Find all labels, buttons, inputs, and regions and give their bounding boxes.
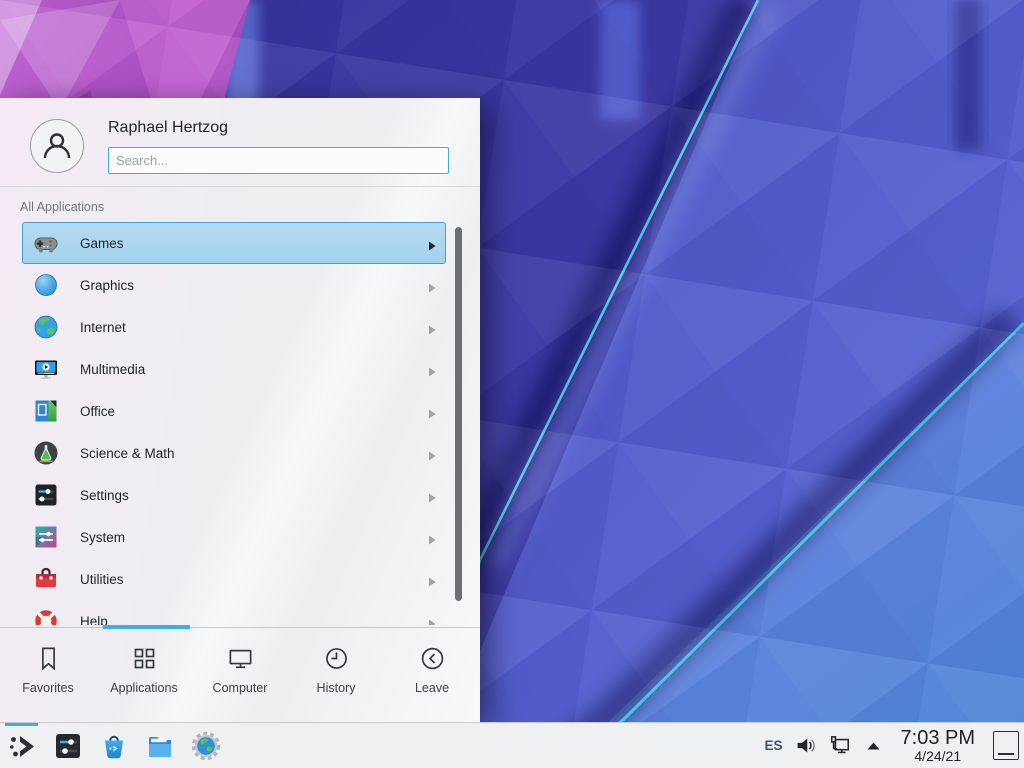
submenu-arrow-icon <box>428 406 436 416</box>
active-indicator <box>5 723 38 726</box>
submenu-arrow-icon <box>428 490 436 500</box>
discover-button[interactable] <box>97 723 130 768</box>
internet-icon <box>33 314 59 340</box>
file-manager-button[interactable] <box>143 723 176 768</box>
menu-item-games[interactable]: Games <box>22 222 446 264</box>
system-settings-button[interactable] <box>51 723 84 768</box>
tab-label: Computer <box>213 681 268 695</box>
bookmark-icon <box>35 645 62 672</box>
taskbar-app-icons <box>5 723 222 768</box>
tab-label: Applications <box>110 681 177 695</box>
multimedia-icon <box>33 356 59 382</box>
applications-list: Games Graphics <box>22 222 446 625</box>
tab-label: History <box>317 681 356 695</box>
menu-item-label: System <box>80 530 125 545</box>
show-desktop-button[interactable] <box>993 731 1019 760</box>
user-name: Raphael Hertzog <box>108 119 228 137</box>
volume-icon[interactable] <box>795 735 817 757</box>
menu-item-label: Settings <box>80 488 129 503</box>
header-separator <box>0 186 480 187</box>
network-icon[interactable] <box>829 735 851 757</box>
section-label: All Applications <box>20 200 104 214</box>
tab-favorites[interactable]: Favorites <box>0 632 96 722</box>
games-icon <box>33 230 59 256</box>
tab-history[interactable]: History <box>288 632 384 722</box>
keyboard-layout-indicator[interactable]: ES <box>765 738 783 753</box>
tab-applications[interactable]: Applications <box>96 632 192 722</box>
submenu-arrow-icon <box>428 448 436 458</box>
leave-icon <box>419 645 446 672</box>
office-icon <box>33 398 59 424</box>
settings-icon <box>33 482 59 508</box>
clock-date: 4/24/21 <box>914 749 961 764</box>
menu-item-label: Multimedia <box>80 362 145 377</box>
list-scrollbar[interactable] <box>455 227 462 601</box>
menu-item-label: Science & Math <box>80 446 175 461</box>
submenu-arrow-icon <box>428 574 436 584</box>
app-grid-icon <box>131 645 158 672</box>
submenu-arrow-icon <box>428 322 436 332</box>
menu-item-help[interactable]: Help <box>22 600 446 625</box>
menu-item-label: Internet <box>80 320 126 335</box>
menu-item-label: Help <box>80 614 108 626</box>
menu-item-science-math[interactable]: Science & Math <box>22 432 446 474</box>
menu-item-utilities[interactable]: Utilities <box>22 558 446 600</box>
tab-label: Leave <box>415 681 449 695</box>
web-browser-icon <box>191 731 221 761</box>
file-manager-icon <box>145 731 175 761</box>
app-launcher-button[interactable] <box>5 723 38 768</box>
kde-launcher-icon <box>7 731 37 761</box>
computer-icon <box>227 645 254 672</box>
menu-item-system[interactable]: System <box>22 516 446 558</box>
web-browser-button[interactable] <box>189 723 222 768</box>
help-icon <box>33 608 59 625</box>
menu-item-label: Utilities <box>80 572 124 587</box>
system-tray: ES <box>765 723 1020 768</box>
science-icon <box>33 440 59 466</box>
submenu-arrow-icon <box>428 238 436 248</box>
expand-tray-caret-icon[interactable] <box>863 735 885 757</box>
submenu-arrow-icon <box>428 280 436 290</box>
system-settings-icon <box>53 731 83 761</box>
menu-item-settings[interactable]: Settings <box>22 474 446 516</box>
submenu-arrow-icon <box>428 532 436 542</box>
tab-computer[interactable]: Computer <box>192 632 288 722</box>
launcher-tabbar: Favorites Applications <box>0 632 480 722</box>
menu-item-label: Office <box>80 404 115 419</box>
submenu-arrow-icon <box>428 364 436 374</box>
user-icon <box>40 129 74 163</box>
tab-label: Favorites <box>22 681 73 695</box>
submenu-arrow-icon <box>428 616 436 625</box>
application-launcher-popup: Raphael Hertzog All Applications <box>0 98 480 722</box>
graphics-icon <box>33 272 59 298</box>
menu-item-label: Graphics <box>80 278 134 293</box>
menu-item-graphics[interactable]: Graphics <box>22 264 446 306</box>
digital-clock[interactable]: 7:03 PM 4/24/21 <box>901 728 975 763</box>
menu-item-internet[interactable]: Internet <box>22 306 446 348</box>
history-clock-icon <box>323 645 350 672</box>
menu-item-office[interactable]: Office <box>22 390 446 432</box>
desktop: Raphael Hertzog All Applications <box>0 0 1024 768</box>
taskbar-panel: ES <box>0 722 1024 768</box>
user-avatar[interactable] <box>30 119 84 173</box>
tab-leave[interactable]: Leave <box>384 632 480 722</box>
system-icon <box>33 524 59 550</box>
search-input[interactable] <box>108 147 449 174</box>
list-bottom-separator <box>0 627 480 628</box>
clock-time: 7:03 PM <box>901 728 975 749</box>
horizontal-scrollbar[interactable] <box>103 625 190 629</box>
menu-item-label: Games <box>80 236 124 251</box>
menu-item-multimedia[interactable]: Multimedia <box>22 348 446 390</box>
utilities-icon <box>33 566 59 592</box>
discover-icon <box>99 731 129 761</box>
